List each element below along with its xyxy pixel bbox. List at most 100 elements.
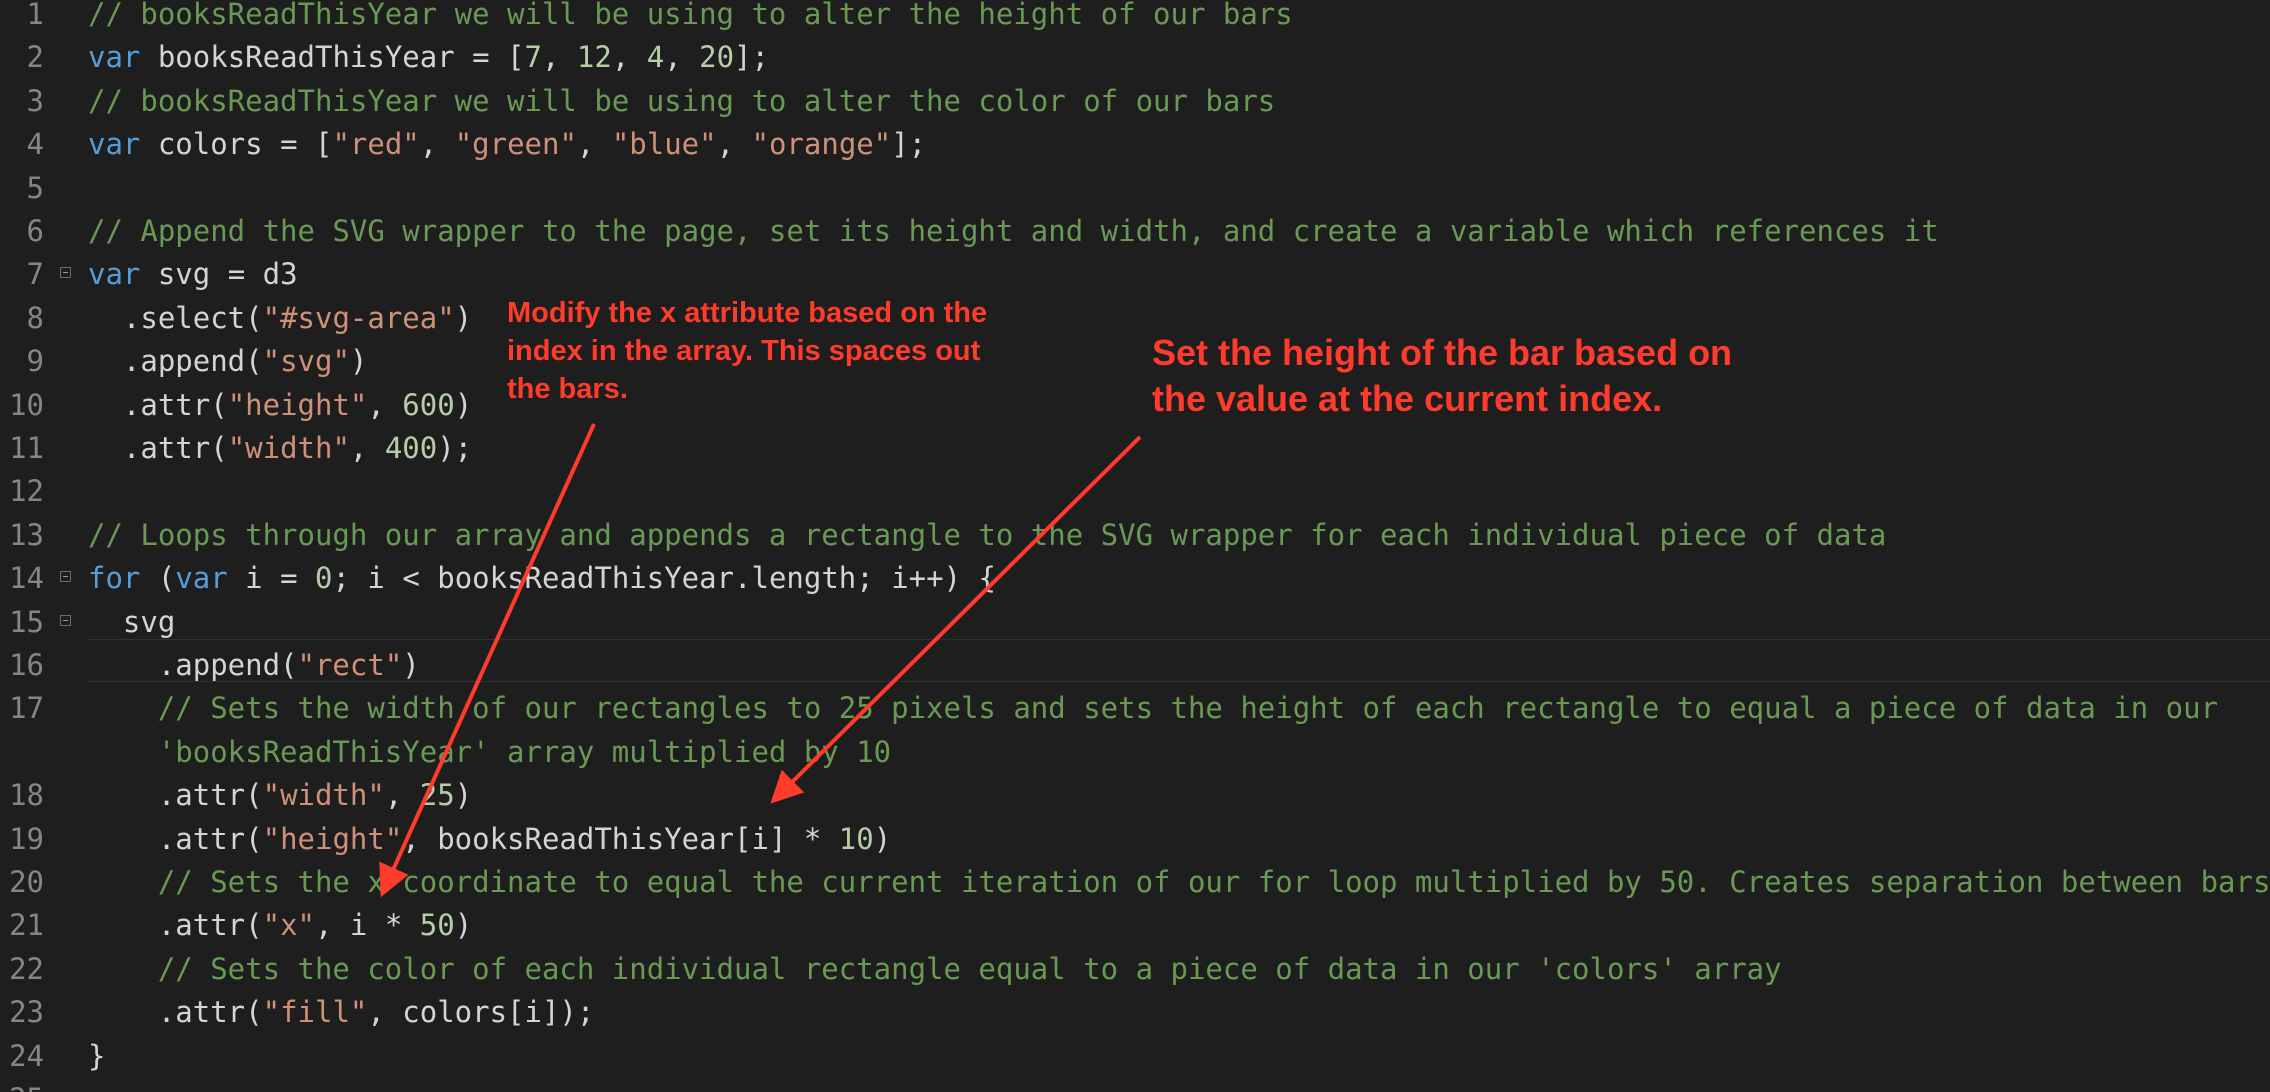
code-token-number: 12 bbox=[576, 40, 612, 75]
code-token-number: 0 bbox=[315, 561, 333, 596]
code-line[interactable]: 2 var booksReadThisYear = [7, 12, 4, 20]; bbox=[0, 36, 2270, 79]
code-token-number: 7 bbox=[524, 40, 542, 75]
code-text: // Sets the x coordinate to equal the cu… bbox=[88, 861, 2270, 904]
code-line[interactable]: 21 .attr("x", i * 50) bbox=[0, 904, 2270, 947]
code-line[interactable]: 15 svg bbox=[0, 601, 2270, 644]
code-token-ident: ) bbox=[454, 908, 473, 943]
code-line[interactable]: 10 .attr("height", 600) bbox=[0, 384, 2270, 427]
code-text: // Append the SVG wrapper to the page, s… bbox=[88, 210, 1939, 253]
code-line[interactable]: 19 .attr("height", booksReadThisYear[i] … bbox=[0, 818, 2270, 861]
code-line[interactable]: 16 .append("rect") bbox=[0, 644, 2270, 687]
code-text: .attr("fill", colors[i]); bbox=[88, 991, 595, 1034]
code-line[interactable]: 17 // Sets the width of our rectangles t… bbox=[0, 687, 2270, 730]
code-token-ident: .attr( bbox=[88, 821, 263, 856]
code-text: // booksReadThisYear we will be using to… bbox=[88, 0, 1293, 36]
code-token-comment: // booksReadThisYear we will be using to… bbox=[88, 0, 1293, 31]
code-token-ident: ; i < booksReadThisYear.length; i++) { bbox=[332, 561, 996, 596]
line-number: 7 bbox=[26, 257, 44, 292]
code-line[interactable]: 24} bbox=[0, 1035, 2270, 1078]
code-token-ident: colors = [ bbox=[140, 127, 333, 162]
line-number: 21 bbox=[9, 908, 44, 943]
code-token-ident: ) bbox=[454, 778, 473, 813]
code-line[interactable]: 25 bbox=[0, 1078, 2270, 1092]
code-token-ident: ( bbox=[140, 561, 176, 596]
code-token-ident: svg bbox=[88, 604, 176, 639]
code-token-string: "width" bbox=[227, 431, 350, 465]
code-line[interactable]: 4 var colors = ["red", "green", "blue", "… bbox=[0, 123, 2270, 166]
code-token-comment: // Sets the color of each individual rec… bbox=[88, 951, 1782, 986]
code-token-number: 600 bbox=[402, 387, 455, 422]
code-line[interactable]: 7 var svg = d3 bbox=[0, 253, 2270, 296]
fold-toggle-icon[interactable] bbox=[60, 614, 71, 626]
fold-toggle-icon[interactable] bbox=[60, 571, 71, 583]
code-token-number: 25 bbox=[419, 778, 455, 813]
code-token-ident: ) bbox=[873, 821, 892, 856]
line-number: 11 bbox=[9, 431, 44, 465]
code-text: 'booksReadThisYear' array multiplied by … bbox=[88, 731, 891, 774]
fold-toggle-icon[interactable] bbox=[60, 267, 71, 279]
code-text: var booksReadThisYear = [7, 12, 4, 20]; bbox=[88, 36, 769, 79]
code-token-ident: .attr( bbox=[88, 995, 263, 1030]
code-token-ident: ]; bbox=[891, 127, 927, 162]
code-token-ident: , colors[i]); bbox=[367, 995, 595, 1030]
code-line[interactable]: 8 .select("#svg-area") bbox=[0, 297, 2270, 340]
code-text: .attr("width", 400); bbox=[88, 427, 472, 470]
code-token-number: 4 bbox=[646, 40, 665, 75]
code-token-ident: booksReadThisYear = [ bbox=[140, 40, 525, 75]
line-number: 23 bbox=[9, 995, 44, 1030]
line-number: 4 bbox=[26, 127, 44, 162]
code-token-ident: ]; bbox=[734, 40, 769, 75]
code-line[interactable]: 11 .attr("width", 400); bbox=[0, 427, 2270, 470]
line-number: 18 bbox=[9, 778, 44, 813]
code-line[interactable]: 5 bbox=[0, 167, 2270, 210]
code-token-ident: , bbox=[349, 431, 385, 465]
line-number: 15 bbox=[9, 604, 44, 639]
line-number: 14 bbox=[9, 561, 44, 596]
code-text: for (var i = 0; i < booksReadThisYear.le… bbox=[88, 557, 996, 600]
code-line-wrap[interactable]: 'booksReadThisYear' array multiplied by … bbox=[0, 731, 2270, 774]
code-token-keyword: var bbox=[88, 40, 141, 75]
line-number: 9 bbox=[26, 344, 44, 379]
code-token-ident: .append( bbox=[88, 344, 263, 379]
code-editor[interactable]: 1 // booksReadThisYear we will be using t… bbox=[0, 0, 2270, 1092]
code-token-string: "height" bbox=[227, 387, 368, 422]
code-token-ident: , i * bbox=[315, 908, 420, 943]
code-line[interactable]: 13 // Loops through our array and appends… bbox=[0, 514, 2270, 557]
code-line[interactable]: 6 // Append the SVG wrapper to the page, … bbox=[0, 210, 2270, 253]
code-token-number: 20 bbox=[699, 40, 735, 75]
code-line[interactable]: 3 // booksReadThisYear we will be using t… bbox=[0, 80, 2270, 123]
code-token-ident: ) bbox=[454, 387, 473, 422]
code-line[interactable]: 14 for (var i = 0; i < booksReadThisYear.… bbox=[0, 557, 2270, 600]
code-token-ident: .attr( bbox=[88, 778, 263, 813]
code-text: // Sets the width of our rectangles to 2… bbox=[88, 687, 2218, 730]
code-line[interactable]: 9 .append("svg") bbox=[0, 340, 2270, 383]
code-token-string: "fill" bbox=[262, 995, 368, 1030]
code-token-comment: 'booksReadThisYear' array multiplied by … bbox=[88, 734, 892, 769]
code-token-string: "svg" bbox=[262, 344, 350, 379]
code-line[interactable]: 20 // Sets the x coordinate to equal the… bbox=[0, 861, 2270, 904]
code-line[interactable]: 1 // booksReadThisYear we will be using t… bbox=[0, 0, 2270, 36]
line-number: 2 bbox=[26, 40, 44, 75]
line-number: 22 bbox=[9, 951, 44, 986]
code-text: .append("svg") bbox=[88, 340, 367, 383]
code-line[interactable]: 23 .attr("fill", colors[i]); bbox=[0, 991, 2270, 1034]
code-token-ident: ) bbox=[402, 648, 420, 682]
code-token-comment: // Sets the x coordinate to equal the cu… bbox=[88, 865, 2270, 899]
code-token-comment: // Sets the width of our rectangles to 2… bbox=[88, 691, 2219, 726]
code-token-comment: // booksReadThisYear we will be using to… bbox=[88, 83, 1276, 118]
code-line[interactable]: 18 .attr("width", 25) bbox=[0, 774, 2270, 817]
line-number: 8 bbox=[26, 300, 44, 335]
code-text: .attr("height", booksReadThisYear[i] * 1… bbox=[88, 818, 891, 861]
code-token-ident: .attr( bbox=[88, 908, 263, 943]
line-number: 6 bbox=[26, 214, 44, 248]
code-text: // booksReadThisYear we will be using to… bbox=[88, 80, 1275, 123]
code-line[interactable]: 22 // Sets the color of each individual … bbox=[0, 948, 2270, 991]
code-line[interactable]: 12 bbox=[0, 470, 2270, 513]
line-number: 25 bbox=[0, 1078, 44, 1092]
code-token-string: "height" bbox=[262, 821, 403, 856]
code-token-ident: , bbox=[664, 40, 700, 75]
code-token-ident: ) bbox=[349, 344, 368, 379]
code-token-ident: .append( bbox=[88, 648, 298, 682]
code-text: svg bbox=[88, 601, 175, 644]
code-text: .append("rect") bbox=[88, 644, 420, 687]
